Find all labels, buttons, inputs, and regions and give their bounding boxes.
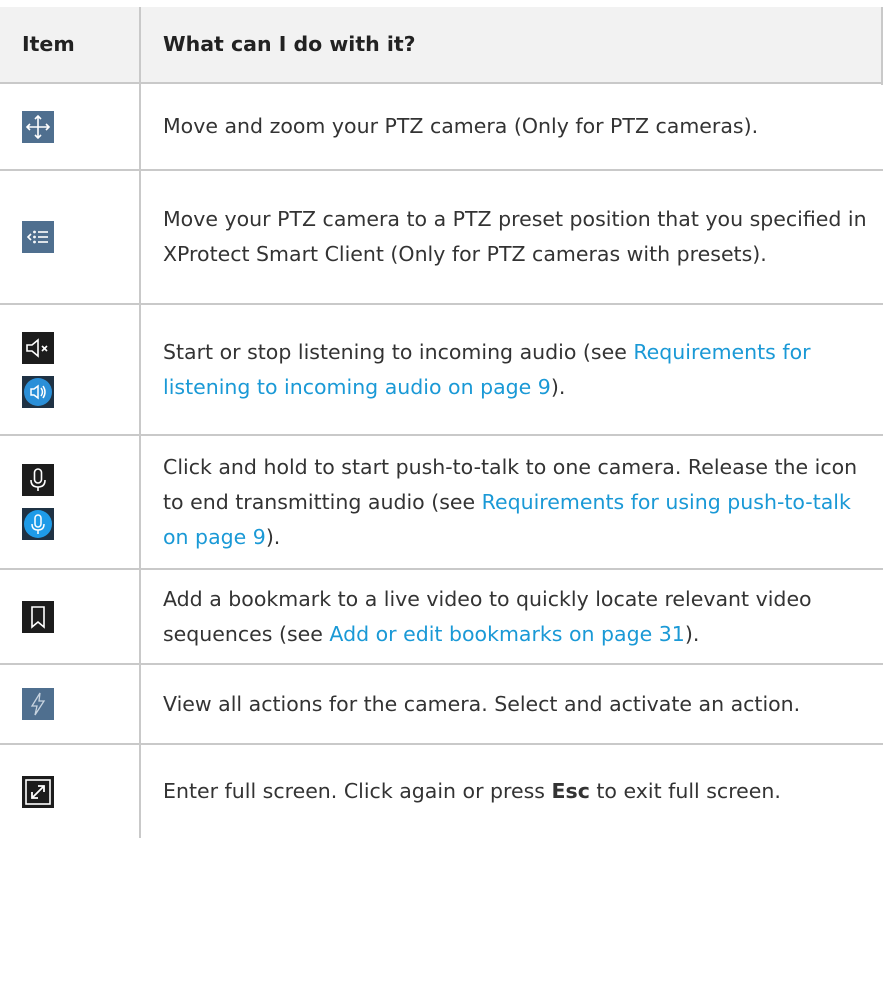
table-row: Move your PTZ camera to a PTZ preset pos…	[0, 169, 883, 304]
table-row: Start or stop listening to incoming audi…	[0, 303, 883, 435]
item-cell	[0, 743, 141, 838]
ptz-preset-icon[interactable]	[22, 221, 54, 253]
fullscreen-icon[interactable]	[22, 775, 54, 808]
description-cell: Move your PTZ camera to a PTZ preset pos…	[140, 169, 883, 304]
description-cell: Click and hold to start push-to-talk to …	[140, 434, 883, 569]
description-text: Enter full screen. Click again or press	[163, 779, 552, 803]
table-row: Click and hold to start push-to-talk to …	[0, 434, 883, 569]
esc-key-label: Esc	[551, 779, 590, 803]
actions-icon[interactable]	[22, 688, 54, 720]
item-description-table: Item What can I do with it? Move and zoo…	[0, 7, 883, 838]
bookmark-icon[interactable]	[22, 600, 54, 633]
description-cell: View all actions for the camera. Select …	[140, 663, 883, 744]
description-text-end: ).	[550, 374, 566, 399]
description-text-end: ).	[684, 621, 700, 646]
description-cell: Start or stop listening to incoming audi…	[140, 303, 883, 435]
item-cell	[0, 568, 141, 664]
table-row: Move and zoom your PTZ camera (Only for …	[0, 82, 883, 170]
item-cell	[0, 82, 141, 170]
description-text-end: ).	[265, 524, 281, 549]
microphone-icon[interactable]	[22, 464, 54, 496]
header-item: Item	[0, 7, 141, 83]
description-cell: Add a bookmark to a live video to quickl…	[140, 568, 883, 664]
header-description: What can I do with it?	[140, 7, 883, 83]
table-row: Add a bookmark to a live video to quickl…	[0, 568, 883, 664]
speaker-on-icon[interactable]	[22, 375, 54, 408]
table-row: Enter full screen. Click again or press …	[0, 743, 883, 838]
microphone-active-icon[interactable]	[22, 508, 54, 540]
description-cell: Enter full screen. Click again or press …	[140, 743, 883, 838]
description-text: Start or stop listening to incoming audi…	[163, 339, 634, 364]
ptz-move-icon[interactable]	[22, 110, 54, 143]
table-header-row: Item What can I do with it?	[0, 7, 883, 83]
speaker-muted-icon[interactable]	[22, 331, 54, 364]
item-cell	[0, 663, 141, 744]
description-text-end: to exit full screen.	[589, 779, 781, 803]
description-cell: Move and zoom your PTZ camera (Only for …	[140, 82, 883, 170]
item-cell	[0, 303, 141, 435]
item-cell	[0, 434, 141, 569]
table-row: View all actions for the camera. Select …	[0, 663, 883, 744]
item-cell	[0, 169, 141, 304]
add-edit-bookmarks-link[interactable]: Add or edit bookmarks on page 31	[329, 622, 684, 646]
